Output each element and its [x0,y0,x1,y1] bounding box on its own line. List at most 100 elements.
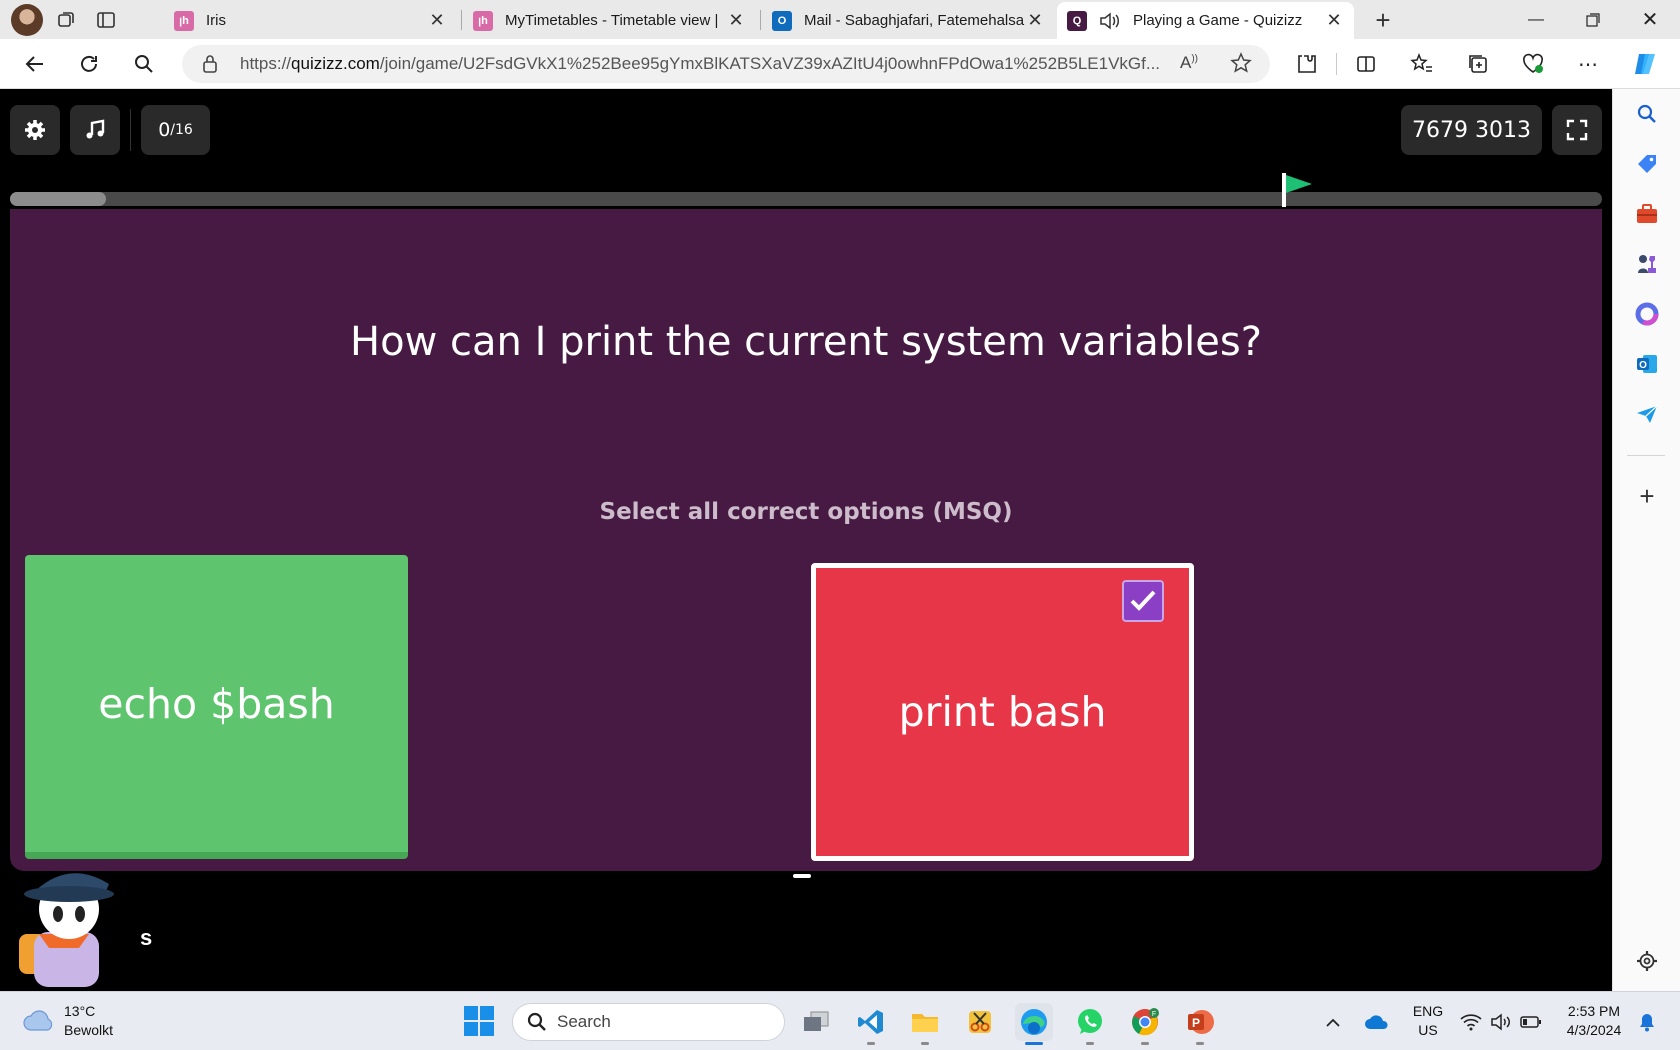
add-sidebar-app-icon[interactable]: + [1633,481,1661,511]
whatsapp-icon[interactable] [1071,1003,1109,1045]
game-code: 7679 3013 [1401,105,1542,155]
workspaces-icon[interactable] [49,4,83,36]
checkbox-checked-icon[interactable] [1122,580,1164,622]
task-view-icon[interactable] [797,1003,835,1041]
split-screen-icon[interactable] [1349,47,1383,81]
edge-sidebar: O + [1612,89,1680,991]
settings-button[interactable] [10,105,60,155]
powerpoint-icon[interactable]: P [1181,1003,1219,1045]
question-text: How can I print the current system varia… [350,319,1262,365]
vscode-icon[interactable] [852,1003,890,1045]
drag-handle[interactable] [793,874,811,878]
question-counter: 0/16 [141,105,210,155]
windows-taskbar: 13°C Bewolkt Search F P ENG US 2:53 PM 4… [0,991,1680,1050]
sidebar-search-icon[interactable] [1633,100,1661,128]
games-chess-icon[interactable] [1633,250,1661,278]
volume-icon[interactable] [1486,1003,1516,1041]
quizizz-icon: Q [1067,10,1087,31]
tab-separator [461,10,462,30]
tab-title: Playing a Game - Quizizz [1133,12,1303,29]
tab-title: Iris [206,12,226,29]
player-name: s [140,925,153,950]
collections-icon[interactable] [1461,47,1495,81]
copilot-icon[interactable] [1628,47,1662,81]
shopping-tag-icon[interactable] [1633,150,1661,178]
new-tab-icon[interactable]: + [1366,4,1400,36]
sidebar-settings-icon[interactable] [1633,947,1661,975]
option-1[interactable]: echo $bash [25,555,408,859]
search-icon[interactable] [127,47,161,81]
chrome-icon[interactable]: F [1126,1003,1164,1045]
favorite-star-icon[interactable] [1230,52,1252,79]
close-window-icon[interactable]: ✕ [1622,0,1678,39]
read-aloud-icon[interactable]: A)) [1180,53,1198,73]
quiz-page: 0/16 7679 3013 How can I print the curre… [0,89,1612,991]
search-icon [527,1012,547,1032]
toolbar-separator [1336,53,1337,75]
close-tab-icon[interactable]: ✕ [1324,10,1344,31]
more-menu-icon[interactable]: ⋯ [1571,47,1605,81]
instruction-text: Select all correct options (MSQ) [599,499,1013,525]
temperature: 13°C [64,1003,96,1019]
tab-actions-icon[interactable] [89,4,123,36]
tab-strip: ꞁh Iris ✕ ꞁh MyTimetables - Timetable vi… [0,0,1680,39]
weather-widget[interactable]: 13°C Bewolkt [22,1002,113,1040]
profile-avatar[interactable] [11,3,43,36]
flag-icon [1280,173,1312,212]
address-bar-row: https://quizizz.com/join/game/U2FsdGVkX1… [0,39,1680,89]
music-button[interactable] [70,105,120,155]
wifi-icon[interactable] [1456,1003,1486,1041]
drop-send-icon[interactable] [1633,400,1661,428]
onedrive-icon[interactable] [1360,1003,1394,1041]
toolbar-divider [130,109,131,151]
taskbar-search[interactable]: Search [512,1003,785,1041]
iris-icon: ꞁh [473,10,493,31]
favorites-icon[interactable] [1405,47,1439,81]
audio-playing-icon[interactable] [1099,11,1121,31]
fullscreen-icon [1566,119,1588,141]
lock-icon[interactable] [202,54,218,79]
tab-separator [760,10,761,30]
microsoft365-icon[interactable] [1633,300,1661,328]
tab-mytimetables[interactable]: ꞁh MyTimetables - Timetable view | ✕ [463,2,756,39]
cloud-icon [23,1010,53,1031]
snipping-tool-icon[interactable] [961,1003,999,1041]
notification-bell-icon[interactable] [1632,1003,1662,1041]
clock[interactable]: 2:53 PM 4/3/2024 [1556,1002,1632,1040]
iris-icon: ꞁh [174,10,194,31]
svg-text:F: F [1152,1011,1156,1018]
search-placeholder: Search [557,1012,611,1031]
extensions-icon[interactable] [1290,47,1324,81]
browser-essentials-icon[interactable] [1516,47,1550,81]
close-tab-icon[interactable]: ✕ [427,10,447,31]
file-explorer-icon[interactable] [906,1003,944,1045]
refresh-icon[interactable] [72,47,106,81]
tab-quizizz[interactable]: Q Playing a Game - Quizizz ✕ [1057,2,1354,39]
minimize-icon[interactable]: — [1508,0,1564,39]
svg-text:O: O [1639,360,1647,371]
progress-fill [10,192,106,206]
tab-iris[interactable]: ꞁh Iris ✕ [164,2,457,39]
tools-briefcase-icon[interactable] [1633,200,1661,228]
option-2[interactable]: print bash [811,563,1194,861]
back-icon[interactable] [18,47,52,81]
fullscreen-button[interactable] [1552,105,1602,155]
show-hidden-icons-icon[interactable] [1318,1003,1348,1041]
tab-mail[interactable]: O Mail - Sabaghjafari, Fatemehalsa... ✕ [762,2,1055,39]
restore-icon[interactable] [1565,0,1621,39]
outlook-sidebar-icon[interactable]: O [1633,350,1661,378]
close-tab-icon[interactable]: ✕ [726,10,746,31]
svg-text:P: P [1192,1016,1200,1030]
outlook-icon: O [772,10,792,31]
edge-browser-icon[interactable] [1015,1003,1053,1045]
sidebar-divider [1627,455,1665,456]
language-indicator[interactable]: ENG US [1408,1002,1448,1040]
gear-icon [25,120,45,140]
tab-title: MyTimetables - Timetable view | [505,12,719,29]
battery-icon[interactable] [1516,1003,1546,1041]
start-button[interactable] [464,1006,494,1036]
close-tab-icon[interactable]: ✕ [1025,10,1045,31]
weather-desc: Bewolkt [64,1022,114,1038]
url-text: https://quizizz.com/join/game/U2FsdGVkX1… [240,54,1160,73]
address-bar[interactable]: https://quizizz.com/join/game/U2FsdGVkX1… [182,45,1270,83]
